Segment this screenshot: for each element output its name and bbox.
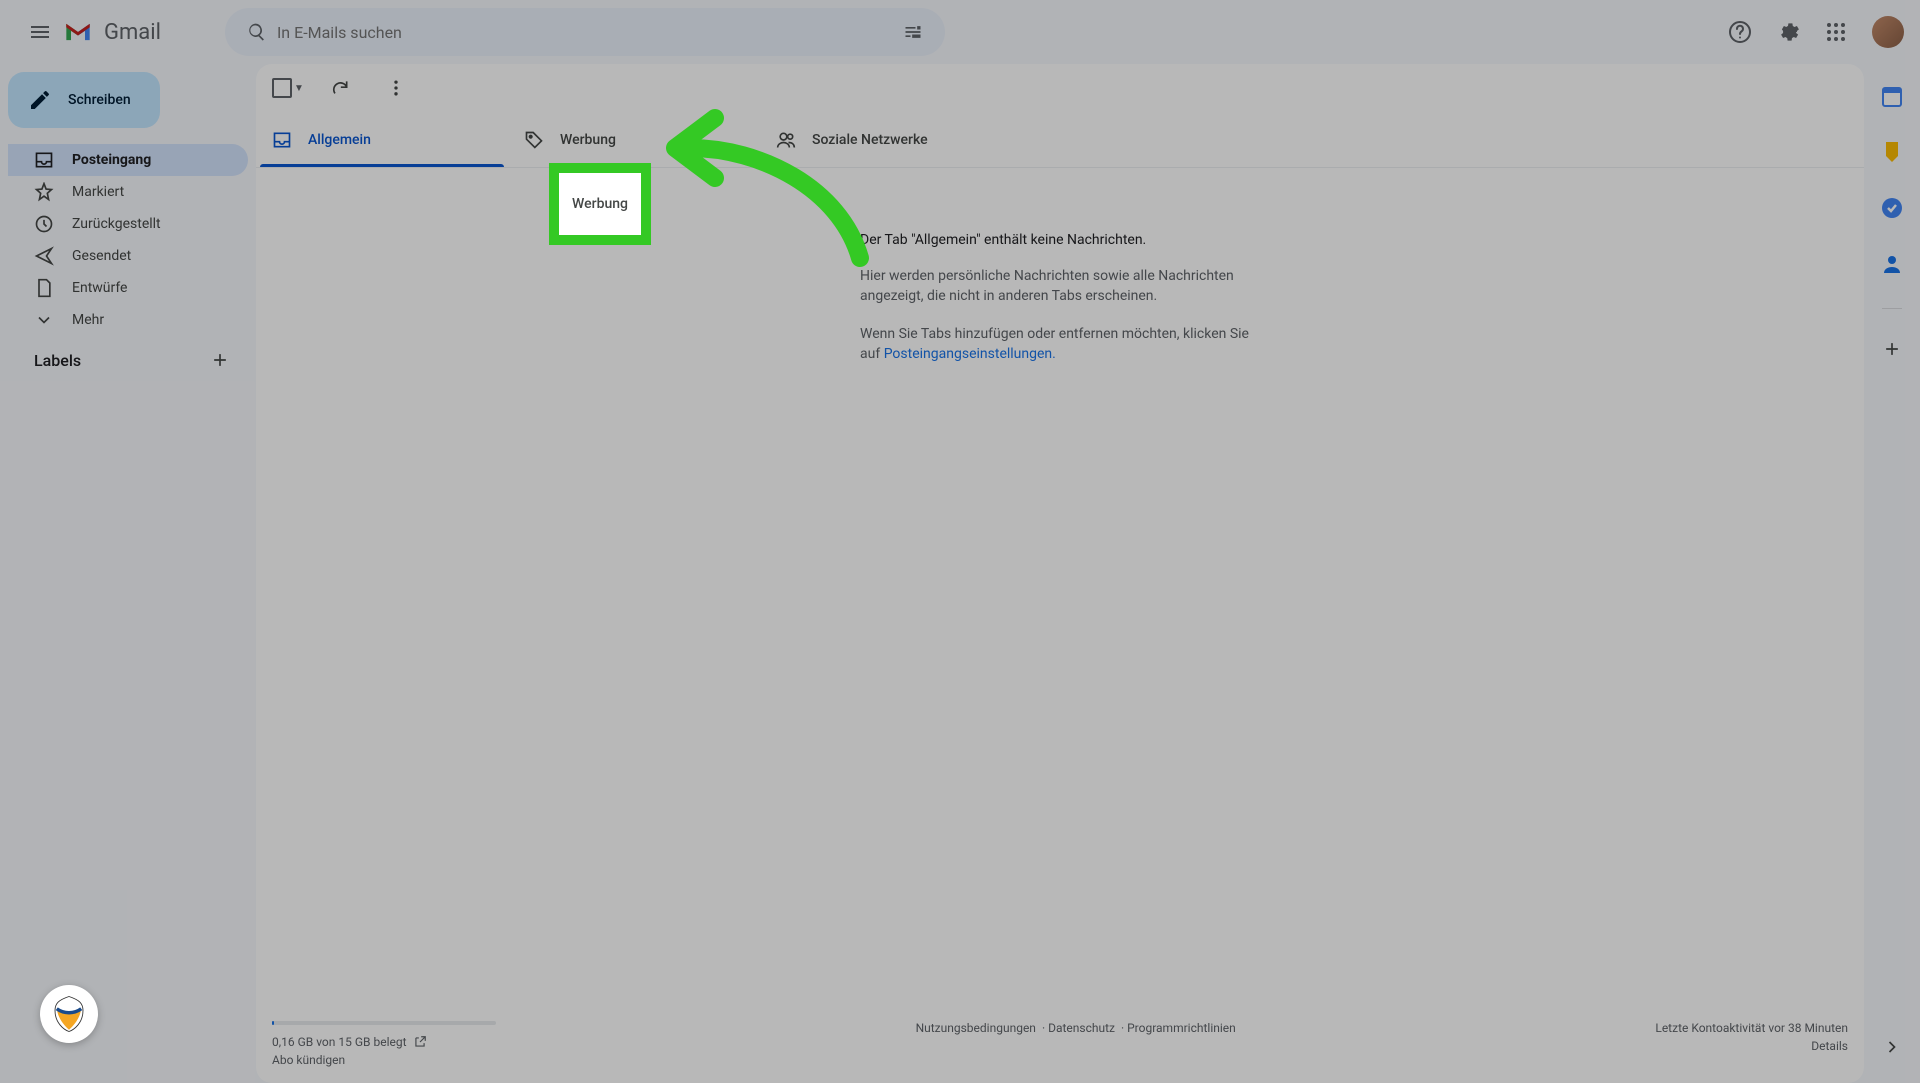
empty-hint: Wenn Sie Tabs hinzufügen oder entfernen … <box>860 324 1260 364</box>
nav-label: Gesendet <box>72 248 131 264</box>
nav-drafts[interactable]: Entwürfe <box>8 272 248 304</box>
people-icon <box>776 130 796 150</box>
policies-link[interactable]: Programmrichtlinien <box>1121 1021 1236 1035</box>
privacy-link[interactable]: Datenschutz <box>1042 1021 1115 1035</box>
compose-button[interactable]: Schreiben <box>8 72 160 128</box>
header-actions <box>1720 12 1904 52</box>
tab-label: Allgemein <box>308 132 371 148</box>
document-icon <box>34 278 54 298</box>
storage-progress <box>272 1021 496 1025</box>
empty-inbox-state: Der Tab "Allgemein" enthält keine Nachri… <box>256 168 1864 1013</box>
more-actions-button[interactable] <box>376 68 416 108</box>
support-button[interactable] <box>1720 12 1760 52</box>
nav-label: Mehr <box>72 312 104 328</box>
add-label-button[interactable] <box>208 348 232 372</box>
keep-icon <box>1880 140 1904 164</box>
tab-social[interactable]: Soziale Netzwerke <box>760 112 1012 167</box>
nav-label: Markiert <box>72 184 124 200</box>
help-icon <box>1728 20 1752 44</box>
tune-icon <box>903 22 923 42</box>
tag-icon <box>524 130 544 150</box>
gmail-logo-icon <box>64 21 92 43</box>
nav-label: Posteingang <box>72 152 151 168</box>
nav-label: Zurückgestellt <box>72 216 161 232</box>
gmail-text: Gmail <box>104 20 161 45</box>
contacts-addon[interactable] <box>1872 244 1912 284</box>
category-tabs: Allgemein Werbung Soziale Netzwerke <box>256 112 1864 168</box>
calendar-icon <box>1880 84 1904 108</box>
hamburger-icon <box>28 20 52 44</box>
compose-label: Schreiben <box>68 92 131 108</box>
plus-icon <box>210 350 230 370</box>
sidepanel-divider <box>1882 308 1902 309</box>
nav-sent[interactable]: Gesendet <box>8 240 248 272</box>
chevron-down-icon <box>34 310 54 330</box>
tab-promotions[interactable]: Werbung <box>508 112 760 167</box>
calendar-addon[interactable] <box>1872 76 1912 116</box>
nav-snoozed[interactable]: Zurückgestellt <box>8 208 248 240</box>
cancel-subscription-link[interactable]: Abo kündigen <box>272 1053 496 1067</box>
details-link[interactable]: Details <box>1811 1039 1848 1053</box>
main-footer: 0,16 GB von 15 GB belegt Abo kündigen Nu… <box>256 1013 1864 1083</box>
labels-section-header: Labels <box>8 336 248 380</box>
empty-body: Hier werden persönliche Nachrichten sowi… <box>860 266 1260 306</box>
plus-icon <box>1882 339 1902 359</box>
search-icon <box>247 22 267 42</box>
nav-inbox[interactable]: Posteingang <box>8 144 248 176</box>
activity-text: Letzte Kontoaktivität vor 38 Minuten <box>1655 1021 1848 1035</box>
more-vert-icon <box>386 78 406 98</box>
clock-icon <box>34 214 54 234</box>
main-panel: ▼ Allgemein Werbung Soziale Netzwerke <box>256 64 1864 1083</box>
tab-label: Soziale Netzwerke <box>812 132 928 148</box>
storage-text[interactable]: 0,16 GB von 15 GB belegt <box>272 1035 407 1049</box>
shield-swoosh-icon <box>48 993 90 1035</box>
search-bar[interactable] <box>225 8 945 56</box>
side-panel <box>1864 64 1920 1083</box>
nav-more[interactable]: Mehr <box>8 304 248 336</box>
inbox-settings-link[interactable]: Posteingangseinstellungen. <box>884 346 1056 362</box>
tab-label: Werbung <box>560 132 616 148</box>
contacts-icon <box>1880 252 1904 276</box>
terms-link[interactable]: Nutzungsbedingungen <box>916 1021 1036 1035</box>
app-header: Gmail <box>0 0 1920 64</box>
send-icon <box>34 246 54 266</box>
nav-starred[interactable]: Markiert <box>8 176 248 208</box>
main-menu-button[interactable] <box>16 8 64 56</box>
search-options-button[interactable] <box>893 12 933 52</box>
search-button[interactable] <box>237 12 277 52</box>
gear-icon <box>1776 20 1800 44</box>
select-all-checkbox[interactable]: ▼ <box>272 78 304 98</box>
inbox-tab-icon <box>272 130 292 150</box>
extension-badge[interactable] <box>40 985 98 1043</box>
star-icon <box>34 182 54 202</box>
settings-button[interactable] <box>1768 12 1808 52</box>
inbox-icon <box>34 150 54 170</box>
empty-title: Der Tab "Allgemein" enthält keine Nachri… <box>860 232 1260 248</box>
account-avatar[interactable] <box>1872 16 1904 48</box>
collapse-sidepanel-button[interactable] <box>1872 1027 1912 1067</box>
chevron-right-icon <box>1882 1037 1902 1057</box>
nav-sidebar: Schreiben Posteingang Markiert Zurückges… <box>0 64 256 1083</box>
pencil-icon <box>28 88 52 112</box>
nav-label: Entwürfe <box>72 280 127 296</box>
apps-launcher-button[interactable] <box>1816 12 1856 52</box>
mail-toolbar: ▼ <box>256 64 1864 112</box>
apps-grid-icon <box>1824 20 1848 44</box>
select-dropdown-icon[interactable]: ▼ <box>294 83 304 94</box>
tab-primary[interactable]: Allgemein <box>256 112 508 167</box>
gmail-logo-area[interactable]: Gmail <box>64 20 161 45</box>
tasks-icon <box>1880 196 1904 220</box>
search-input[interactable] <box>277 23 893 42</box>
refresh-button[interactable] <box>320 68 360 108</box>
refresh-icon <box>330 78 350 98</box>
keep-addon[interactable] <box>1872 132 1912 172</box>
tasks-addon[interactable] <box>1872 188 1912 228</box>
get-addons-button[interactable] <box>1872 329 1912 369</box>
labels-heading: Labels <box>34 351 81 370</box>
external-link-icon <box>413 1035 427 1049</box>
